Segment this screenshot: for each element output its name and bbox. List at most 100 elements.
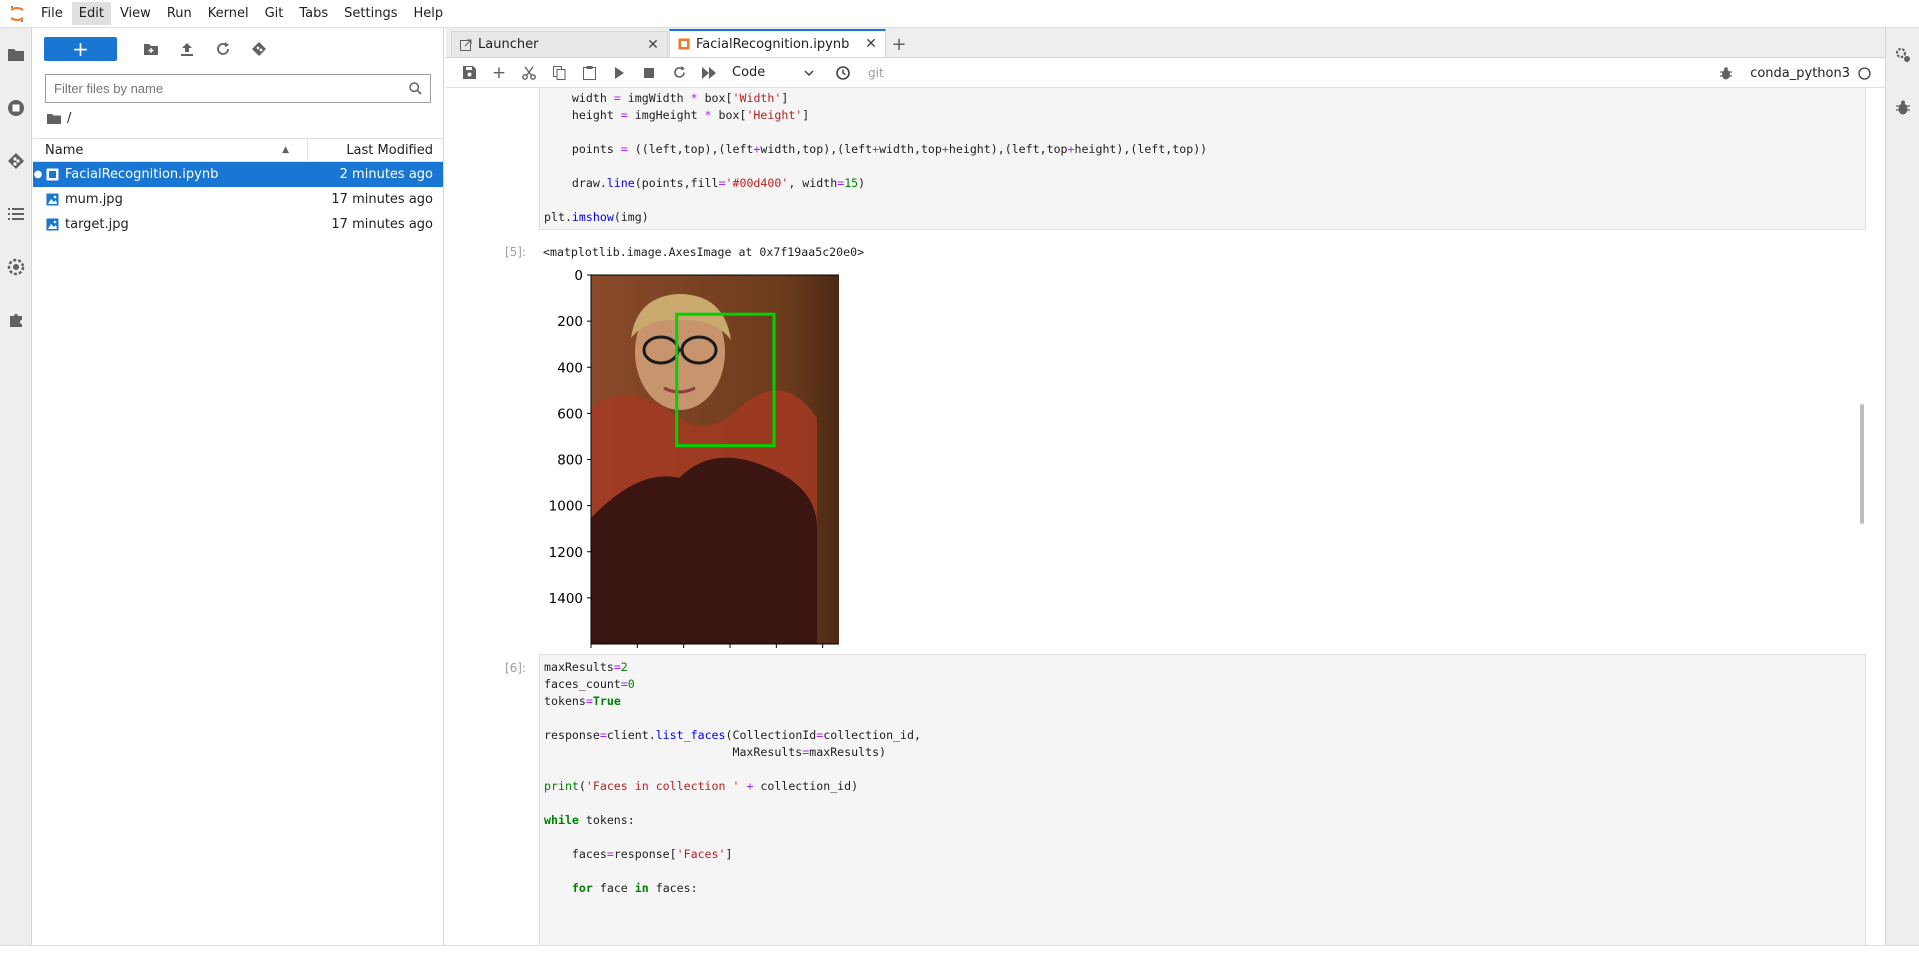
- clock-icon[interactable]: [828, 61, 858, 85]
- tab-facialrecognition-ipynb[interactable]: FacialRecognition.ipynb ✕: [669, 29, 886, 57]
- sort-ascending-icon: ▲: [282, 145, 289, 155]
- restart-kernel-icon[interactable]: [664, 61, 694, 85]
- tab-label: Launcher: [478, 37, 539, 52]
- file-modified: 17 minutes ago: [331, 217, 433, 232]
- notebook-scrollbar[interactable]: [1860, 404, 1864, 524]
- file-row[interactable]: mum.jpg 17 minutes ago: [33, 187, 443, 212]
- y-tick-label: 600: [557, 406, 583, 422]
- file-modified: 17 minutes ago: [331, 192, 433, 207]
- extension-settings-icon[interactable]: [0, 240, 32, 293]
- menu-settings[interactable]: Settings: [337, 2, 404, 25]
- file-modified: 2 minutes ago: [339, 167, 433, 182]
- kernel-idle-icon: [1858, 66, 1871, 80]
- y-tick-label: 1400: [549, 591, 583, 607]
- refresh-icon[interactable]: [205, 37, 241, 61]
- kernel-name[interactable]: conda_python3: [1750, 66, 1850, 81]
- search-icon: [400, 82, 430, 95]
- new-launcher-button[interactable]: +: [44, 37, 117, 61]
- stop-icon[interactable]: [634, 61, 664, 85]
- y-tick-label: 1200: [549, 545, 583, 561]
- running-indicator-icon: ●: [33, 169, 43, 180]
- code-cell-6[interactable]: maxResults=2 faces_count=0 tokens=True r…: [539, 654, 1866, 948]
- restart-run-all-icon[interactable]: [694, 61, 724, 85]
- launcher-icon: [460, 39, 472, 51]
- tab-launcher[interactable]: Launcher ✕: [451, 31, 668, 57]
- menu-edit[interactable]: Edit: [71, 2, 111, 25]
- menu-tabs[interactable]: Tabs: [292, 2, 335, 25]
- debugger-panel-icon[interactable]: [1886, 81, 1919, 134]
- file-name: FacialRecognition.ipynb: [65, 167, 219, 182]
- notebook-panel[interactable]: width = imgWidth * box['Width'] height =…: [446, 88, 1866, 948]
- file-list: ● FacialRecognition.ipynb 2 minutes ago mum…: [33, 162, 443, 237]
- git-label[interactable]: git: [868, 66, 884, 80]
- table-of-contents-icon[interactable]: [0, 187, 32, 240]
- close-icon[interactable]: ✕: [645, 37, 661, 53]
- cut-icon[interactable]: [514, 61, 544, 85]
- last-modified-column-header[interactable]: Last Modified: [308, 143, 443, 158]
- folder-icon[interactable]: [0, 28, 32, 81]
- menu-view[interactable]: View: [113, 2, 158, 25]
- right-sidebar: [1885, 28, 1919, 948]
- menu-git[interactable]: Git: [258, 2, 291, 25]
- y-tick-label: 0: [574, 268, 583, 284]
- y-tick-label: 400: [557, 360, 583, 376]
- status-bar: [0, 945, 1919, 966]
- tab-label: FacialRecognition.ipynb: [696, 36, 850, 52]
- kernel-status: conda_python3: [1720, 58, 1871, 88]
- matplotlib-image-output: 0200400600800100002004006008001000120014…: [549, 268, 839, 648]
- paste-icon[interactable]: [574, 61, 604, 85]
- upload-icon[interactable]: [169, 37, 205, 61]
- breadcrumb: /: [33, 103, 443, 133]
- menu-kernel[interactable]: Kernel: [201, 2, 256, 25]
- output-prompt-5: [5]:: [504, 245, 526, 259]
- insert-cell-icon[interactable]: +: [484, 61, 514, 85]
- file-list-header: Name ▲ Last Modified: [33, 138, 443, 162]
- copy-icon[interactable]: [544, 61, 574, 85]
- new-folder-icon[interactable]: [133, 37, 169, 61]
- y-tick-label: 1000: [549, 499, 583, 515]
- git-icon[interactable]: [0, 134, 32, 187]
- photo-image: [591, 275, 839, 644]
- cell-6-source[interactable]: maxResults=2 faces_count=0 tokens=True r…: [540, 655, 1865, 897]
- home-folder-icon[interactable]: [47, 113, 61, 124]
- main-area: Launcher ✕ FacialRecognition.ipynb ✕ + + C: [446, 28, 1885, 948]
- cell-type-value: Code: [732, 65, 766, 80]
- menu-file[interactable]: File: [34, 2, 70, 25]
- file-row[interactable]: target.jpg 17 minutes ago: [33, 212, 443, 237]
- name-column-label: Name: [45, 142, 84, 158]
- file-row[interactable]: ● FacialRecognition.ipynb 2 minutes ago: [33, 162, 443, 187]
- name-column-header[interactable]: Name ▲: [33, 139, 308, 161]
- output-5-text: <matplotlib.image.AxesImage at 0x7f19aa5…: [543, 245, 865, 259]
- running-kernels-icon[interactable]: [0, 81, 32, 134]
- save-icon[interactable]: [454, 61, 484, 85]
- cell-type-select[interactable]: Code: [732, 62, 816, 84]
- add-tab-button[interactable]: +: [887, 31, 911, 57]
- cell-4-source[interactable]: width = imgWidth * box['Width'] height =…: [540, 88, 1865, 226]
- file-browser-toolbar: +: [33, 28, 443, 70]
- menu-run[interactable]: Run: [160, 2, 199, 25]
- file-filter-field[interactable]: [45, 74, 431, 103]
- jupyter-logo-icon[interactable]: [0, 0, 34, 28]
- property-inspector-icon[interactable]: [1886, 28, 1919, 81]
- image-file-icon: [43, 218, 61, 231]
- document-tab-bar: Launcher ✕ FacialRecognition.ipynb ✕ +: [446, 28, 1885, 58]
- close-icon[interactable]: ✕: [863, 36, 879, 52]
- notebook-toolbar: + Code git: [446, 58, 1885, 88]
- debugger-icon[interactable]: [1720, 66, 1733, 80]
- input-prompt-6: [6]:: [504, 661, 526, 675]
- menu-bar: File Edit View Run Kernel Git Tabs Settings Help: [0, 0, 1919, 28]
- notebook-icon: [678, 38, 690, 50]
- git-clone-icon[interactable]: [241, 37, 277, 61]
- extension-manager-icon[interactable]: [0, 293, 32, 346]
- notebook-icon: [43, 168, 61, 181]
- code-cell-4[interactable]: width = imgWidth * box['Width'] height =…: [539, 88, 1866, 230]
- y-tick-label: 200: [557, 314, 583, 330]
- menu-help[interactable]: Help: [407, 2, 451, 25]
- run-icon[interactable]: [604, 61, 634, 85]
- breadcrumb-root[interactable]: /: [67, 111, 71, 126]
- file-name: target.jpg: [65, 217, 129, 232]
- file-filter-input[interactable]: [46, 81, 400, 96]
- file-name: mum.jpg: [65, 192, 123, 207]
- y-tick-label: 800: [557, 453, 583, 469]
- chevron-down-icon: [804, 65, 814, 80]
